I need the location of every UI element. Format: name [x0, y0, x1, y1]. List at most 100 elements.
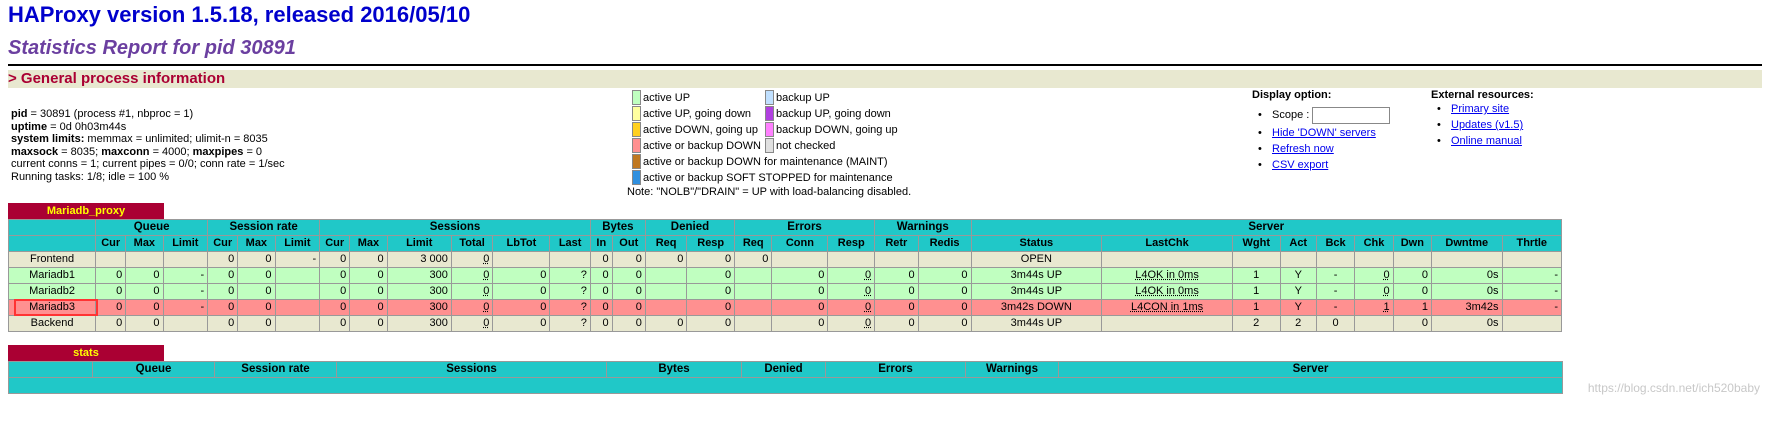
- group-header-row: Queue Session rate Sessions Bytes Denied Erro…: [7, 219, 1563, 236]
- table-cell: [644, 299, 688, 316]
- scope-input[interactable]: [1312, 106, 1391, 124]
- online-manual-link[interactable]: Online manual: [1451, 135, 1522, 147]
- table-cell: [734, 283, 773, 300]
- column-header: Cur: [95, 235, 127, 252]
- table-cell: [1101, 251, 1233, 268]
- table-cell: [827, 251, 876, 268]
- table-cell: 0: [917, 299, 972, 316]
- group-header: Errors: [825, 361, 966, 378]
- table-cell: L4CON in 1ms: [1101, 299, 1233, 316]
- table-cell: [1501, 251, 1563, 268]
- group-header: Session rate: [207, 219, 321, 236]
- table-cell: [1279, 251, 1317, 268]
- table-cell: 0: [686, 251, 736, 268]
- table-cell: 0: [319, 267, 351, 284]
- group-header: Warnings: [874, 219, 972, 236]
- legend-not-checked: not checked: [765, 138, 835, 154]
- table-cell: 0: [207, 299, 239, 316]
- scope-label: Scope :: [1272, 109, 1310, 121]
- group-header: Errors: [734, 219, 876, 236]
- haproxy-version-title: HAProxy version 1.5.18, released 2016/05…: [8, 2, 471, 27]
- table-cell: 0: [95, 315, 127, 332]
- table-cell: 300: [386, 267, 452, 284]
- table-cell: [771, 251, 829, 268]
- swatch-icon: [632, 138, 641, 153]
- table-row[interactable]: Mariadb1 0 0-0 0 0 0 300 0 0? 0 0 0 0 0 0 0 3m44s UP L4OK…: [7, 267, 1563, 284]
- table-cell: [549, 251, 591, 268]
- stats-proxy-table: Queue Session rate Sessions Bytes Denied Erro…: [8, 361, 1563, 394]
- column-header: Total: [450, 235, 494, 252]
- table-cell: [917, 251, 972, 268]
- conns-line: current conns = 1; current pipes = 0/0; …: [11, 158, 285, 170]
- table-row[interactable]: Mariadb3 0 0-0 0 0 0 300 0 0? 0 0 0 0 0 0 0 3m42s DOWN L4…: [7, 299, 1563, 316]
- column-header: Act: [1279, 235, 1317, 252]
- column-header: Last: [549, 235, 591, 252]
- scope-item: Scope :: [1252, 105, 1391, 125]
- table-cell: 0: [771, 299, 829, 316]
- primary-site-link[interactable]: Primary site: [1451, 103, 1509, 115]
- row-name[interactable]: Frontend: [7, 251, 97, 268]
- table-cell: -: [1315, 267, 1356, 284]
- proxy-name-stats[interactable]: stats: [8, 345, 164, 361]
- legend-active-up-going-down: active UP, going down: [632, 106, 751, 122]
- table-cell: 0: [95, 267, 127, 284]
- swatch-icon: [632, 106, 641, 121]
- row-name[interactable]: Backend: [7, 315, 97, 332]
- legend-backup-down-going-up: backup DOWN, going up: [765, 122, 898, 138]
- table-cell: ?: [549, 315, 591, 332]
- row-name[interactable]: Mariadb2: [7, 283, 97, 300]
- group-header: [8, 361, 93, 378]
- column-header: Max: [349, 235, 388, 252]
- table-cell: 0: [207, 283, 239, 300]
- legend-soft-stopped: active or backup SOFT STOPPED for mainte…: [632, 170, 893, 186]
- table-cell: 0: [644, 251, 688, 268]
- legend-active-up: active UP: [632, 90, 690, 106]
- table-cell: [1501, 315, 1563, 332]
- maxpipes-value: = 0: [243, 145, 263, 158]
- table-cell: L4OK in 0ms: [1101, 267, 1233, 284]
- table-row[interactable]: Mariadb2 0 0-0 0 0 0 300 0 0? 0 0 0 0 0 0 0 3m44s UP L4OK…: [7, 283, 1563, 300]
- table-cell: 0s: [1431, 267, 1503, 284]
- table-cell: 0: [644, 315, 688, 332]
- swatch-icon: [632, 154, 641, 169]
- table-cell: 0: [874, 299, 919, 316]
- table-cell: 0: [450, 299, 494, 316]
- group-header: Warnings: [965, 361, 1059, 378]
- table-cell: 0: [450, 315, 494, 332]
- table-cell: 0: [95, 283, 127, 300]
- limits-label: system limits:: [11, 133, 85, 145]
- column-header: Max: [237, 235, 276, 252]
- table-cell: [125, 251, 164, 268]
- hide-down-link[interactable]: Hide 'DOWN' servers: [1272, 127, 1376, 139]
- table-row[interactable]: Frontend 0 0-0 0 3 000 0 0 0 0 0 0 OPEN: [7, 251, 1563, 268]
- table-cell: 0: [207, 267, 239, 284]
- table-cell: 0: [917, 267, 972, 284]
- table-cell: 0: [349, 283, 388, 300]
- column-header: Retr: [874, 235, 919, 252]
- updates-link[interactable]: Updates (v1.5): [1451, 119, 1523, 131]
- row-name[interactable]: Mariadb1: [7, 267, 97, 284]
- table-cell: 0: [349, 315, 388, 332]
- table-cell: 0: [237, 283, 276, 300]
- maxsock-label: maxsock: [11, 145, 59, 158]
- column-header: Limit: [162, 235, 209, 252]
- hide-down-item: Hide 'DOWN' servers: [1252, 125, 1390, 141]
- table-cell: -: [1315, 283, 1356, 300]
- table-cell: 0: [237, 251, 276, 268]
- csv-export-link[interactable]: CSV export: [1272, 159, 1328, 171]
- proxy-name-mariadb-proxy[interactable]: Mariadb_proxy: [8, 203, 164, 219]
- table-row[interactable]: Backend 0 0 0 0 0 0 300 0 0? 0 0 0 0 0 0 0 0 3m44s UP 2 2 0 0 0…: [7, 315, 1563, 332]
- table-cell: 0: [734, 251, 773, 268]
- column-header: Status: [970, 235, 1103, 252]
- table-cell: 0: [95, 299, 127, 316]
- column-header: Resp: [686, 235, 736, 252]
- table-cell: ?: [549, 267, 591, 284]
- group-header: [7, 219, 97, 236]
- group-header: Bytes: [589, 219, 646, 236]
- table-cell: 0: [125, 283, 164, 300]
- table-cell: 0: [611, 315, 646, 332]
- table-cell: 0: [450, 283, 494, 300]
- table-cell: [162, 315, 209, 332]
- maxconn-label: maxconn: [101, 145, 150, 158]
- refresh-link[interactable]: Refresh now: [1272, 143, 1334, 155]
